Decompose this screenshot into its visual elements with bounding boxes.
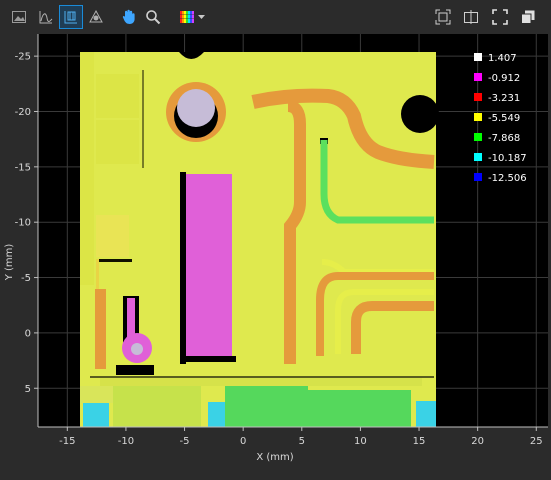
legend-swatch	[474, 53, 482, 61]
mounting-hole	[401, 95, 439, 133]
y-tick-label: -20	[15, 107, 31, 118]
x-tick-label: -10	[118, 436, 134, 447]
3d-view-icon[interactable]	[85, 6, 107, 28]
legend-swatch	[474, 73, 482, 81]
x-tick-label: 0	[240, 436, 246, 447]
y-tick-label: -25	[15, 52, 31, 63]
y-tick-label: -5	[21, 273, 31, 284]
x-tick-label: 20	[471, 436, 484, 447]
image-view-icon[interactable]	[8, 6, 30, 28]
legend-label: -10.187	[488, 153, 527, 164]
x-tick-label: -15	[59, 436, 75, 447]
x-axis-label: X (mm)	[256, 452, 293, 463]
height-map-view-icon[interactable]	[59, 5, 83, 29]
legend-swatch	[474, 133, 482, 141]
legend-swatch	[474, 113, 482, 121]
legend-swatch	[474, 153, 482, 161]
legend-label: -5.549	[488, 113, 520, 124]
x-tick-label: 15	[413, 436, 426, 447]
legend-label: -3.231	[488, 93, 520, 104]
y-axis-label: Y (mm)	[4, 244, 15, 282]
y-tick-label: 5	[25, 384, 31, 395]
y-tick-label: 0	[25, 328, 31, 339]
x-tick-label: 5	[299, 436, 305, 447]
pocket-magenta	[186, 174, 232, 358]
legend-label: -0.912	[488, 73, 520, 84]
profile-view-icon[interactable]	[35, 6, 57, 28]
scanned-part	[80, 52, 439, 427]
fullscreen-icon[interactable]	[489, 6, 511, 28]
y-tick-label: -10	[15, 218, 31, 229]
colormap-dropdown-icon[interactable]	[176, 6, 210, 28]
zoom-icon[interactable]	[142, 6, 164, 28]
x-tick-label: 25	[530, 436, 543, 447]
legend-label: -7.868	[488, 133, 520, 144]
height-map-plot: -15 -10 -5 0 5 10 15 20 25 -25 -20 -15 -10 -5 0 5 1.407…	[4, 34, 548, 463]
boss-top	[177, 89, 215, 127]
legend-label: -12.506	[488, 173, 527, 184]
height-map-viewport[interactable]: -15 -10 -5 0 5 10 15 20 25 -25 -20 -15 -10 -5 0 5 1.407…	[0, 34, 551, 480]
pan-hand-icon[interactable]	[118, 6, 140, 28]
split-view-icon[interactable]	[460, 6, 482, 28]
legend-label: 1.407	[488, 53, 517, 64]
y-tick-label: -15	[15, 162, 31, 173]
legend-swatch	[474, 173, 482, 181]
float-window-icon[interactable]	[517, 6, 539, 28]
x-tick-label: 10	[354, 436, 367, 447]
fit-view-icon[interactable]	[432, 6, 454, 28]
toolbar	[0, 0, 551, 34]
x-tick-label: -5	[180, 436, 190, 447]
legend-swatch	[474, 93, 482, 101]
